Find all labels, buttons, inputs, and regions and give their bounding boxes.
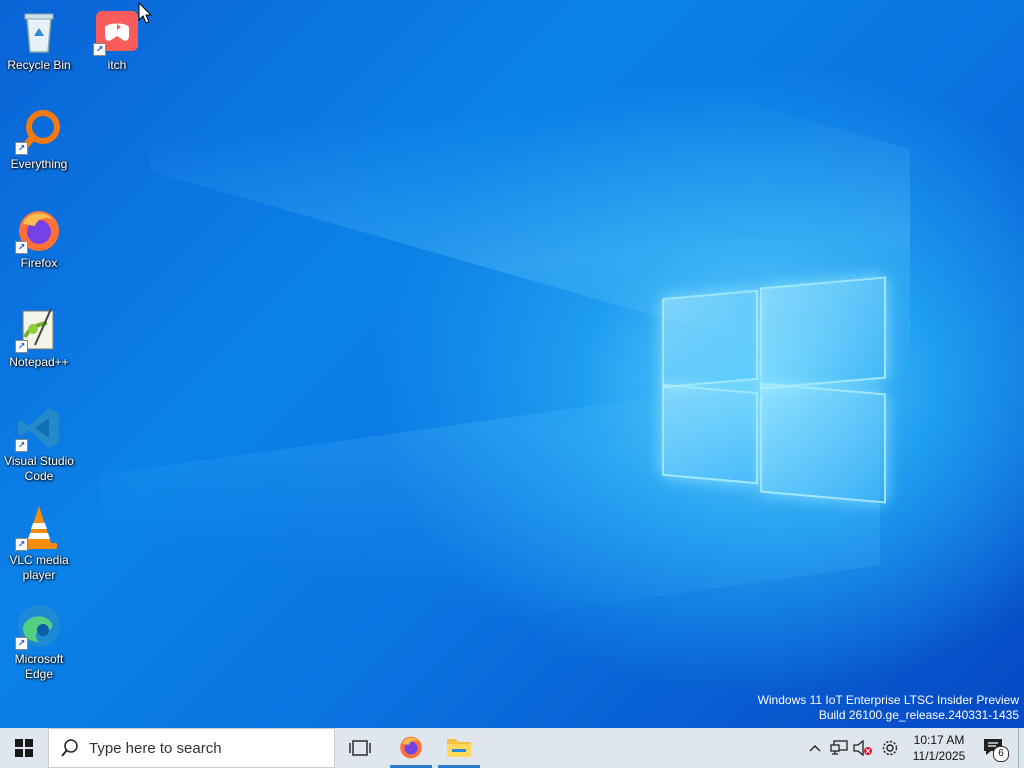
desktop-icon-vscode[interactable]: ↗ Visual Studio Code bbox=[3, 404, 75, 484]
edge-icon: ↗ bbox=[15, 602, 63, 650]
file-explorer-icon bbox=[447, 738, 471, 757]
windows-start-icon bbox=[15, 739, 33, 757]
clock-date: 11/1/2025 bbox=[912, 749, 966, 763]
notification-count-badge: 6 bbox=[993, 746, 1009, 762]
desktop-icon-label: Visual Studio Code bbox=[4, 454, 74, 483]
taskbar-app-file-explorer[interactable] bbox=[438, 728, 480, 768]
shortcut-arrow-icon: ↗ bbox=[15, 340, 28, 353]
shortcut-arrow-icon: ↗ bbox=[15, 241, 28, 254]
task-view-button[interactable] bbox=[340, 728, 380, 768]
windows-logo-wallpaper bbox=[660, 270, 886, 504]
action-center-button[interactable]: 6 bbox=[976, 728, 1010, 768]
start-button[interactable] bbox=[0, 728, 48, 768]
tray-overflow-button[interactable] bbox=[806, 728, 824, 768]
desktop-icon-edge[interactable]: ↗ Microsoft Edge bbox=[3, 602, 75, 682]
network-button[interactable] bbox=[828, 728, 850, 768]
shortcut-arrow-icon: ↗ bbox=[15, 142, 28, 155]
desktop-icon-label: Recycle Bin bbox=[7, 58, 71, 72]
mouse-cursor-icon bbox=[138, 1, 153, 29]
firefox-icon: ↗ bbox=[15, 206, 63, 254]
taskbar-app-firefox[interactable] bbox=[390, 728, 432, 768]
vlc-icon: ↗ bbox=[15, 503, 63, 551]
desktop-icon-label: Microsoft Edge bbox=[14, 652, 64, 681]
settings-button[interactable] bbox=[878, 728, 902, 768]
task-view-icon bbox=[349, 740, 371, 756]
itch-icon: ↗ bbox=[93, 8, 141, 56]
notepadpp-icon: ↗ bbox=[15, 305, 63, 353]
chevron-up-icon bbox=[809, 745, 821, 752]
search-placeholder: Type here to search bbox=[89, 739, 222, 757]
desktop-icon-label: itch bbox=[107, 58, 127, 72]
notification-icon: 6 bbox=[983, 738, 1009, 762]
clock-time: 10:17 AM bbox=[913, 733, 965, 747]
shortcut-arrow-icon: ↗ bbox=[15, 538, 28, 551]
desktop-icon-label: Everything bbox=[10, 157, 68, 171]
desktop-icon-everything[interactable]: ↗ Everything bbox=[3, 107, 75, 172]
desktop-icon-label: Notepad++ bbox=[9, 355, 69, 369]
desktop-icon-label: Firefox bbox=[20, 256, 58, 270]
recycle-bin-icon bbox=[15, 8, 63, 56]
desktop-icon-vlc[interactable]: ↗ VLC media player bbox=[3, 503, 75, 583]
desktop-icon-firefox[interactable]: ↗ Firefox bbox=[3, 206, 75, 271]
watermark-build: Build 26100.ge_release.240331-1435 bbox=[818, 708, 1019, 722]
desktop-icon-label: VLC media player bbox=[9, 553, 69, 582]
desktop-icon-recycle-bin[interactable]: Recycle Bin bbox=[3, 8, 75, 73]
firefox-icon bbox=[400, 736, 422, 758]
network-icon bbox=[830, 740, 848, 755]
search-icon bbox=[61, 739, 78, 757]
shortcut-arrow-icon: ↗ bbox=[15, 439, 28, 452]
shortcut-arrow-icon: ↗ bbox=[93, 43, 106, 56]
show-desktop-button[interactable] bbox=[1018, 728, 1024, 768]
everything-icon: ↗ bbox=[15, 107, 63, 155]
vscode-icon: ↗ bbox=[15, 404, 63, 452]
watermark-edition: Windows 11 IoT Enterprise LTSC Insider P… bbox=[757, 693, 1019, 707]
shortcut-arrow-icon: ↗ bbox=[15, 637, 28, 650]
taskbar: Type here to search 10:17 AM 11/1/2025 6 bbox=[0, 728, 1024, 768]
volume-muted-icon bbox=[853, 740, 872, 756]
volume-button[interactable] bbox=[852, 728, 874, 768]
taskbar-search-box[interactable]: Type here to search bbox=[48, 728, 335, 768]
settings-gear-icon bbox=[882, 740, 898, 756]
desktop-icon-notepadpp[interactable]: ↗ Notepad++ bbox=[3, 305, 75, 370]
windows-build-watermark: Windows 11 IoT Enterprise LTSC Insider P… bbox=[758, 693, 1019, 723]
clock-button[interactable]: 10:17 AM 11/1/2025 bbox=[906, 728, 972, 768]
